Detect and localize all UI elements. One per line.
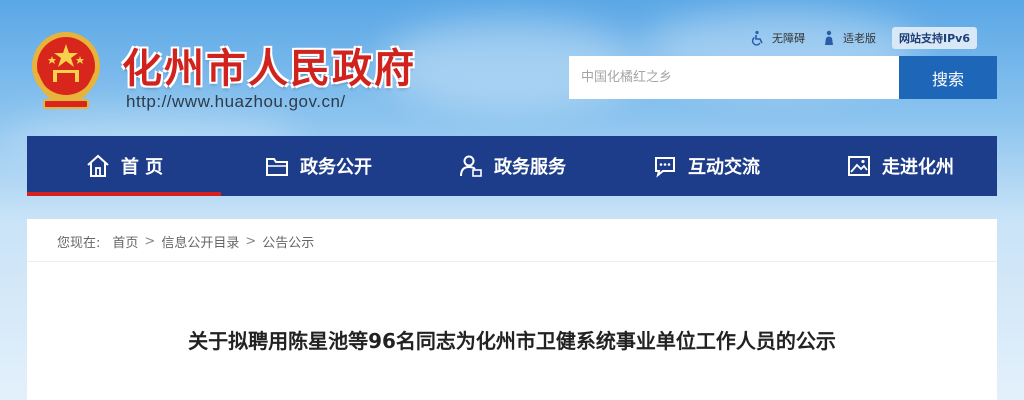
accessibility-label: 无障碍	[772, 32, 805, 45]
home-icon	[87, 154, 109, 177]
nav-item-label: 互动交流	[688, 157, 760, 178]
breadcrumb-announcements[interactable]: 公告公示	[262, 232, 314, 251]
ipv6-badge: 网站支持IPv6	[892, 27, 977, 49]
search-button[interactable]: 搜索	[899, 56, 997, 99]
nav-item-label: 政务服务	[494, 157, 566, 178]
nav-item-label: 走进化州	[882, 157, 954, 178]
nav-item-government-services[interactable]: 政务服务	[415, 136, 609, 196]
nav-item-interaction[interactable]: 互动交流	[609, 136, 803, 196]
accessibility-icon	[751, 30, 763, 46]
nav-item-home[interactable]: 首 页	[27, 136, 221, 196]
picture-icon	[848, 156, 870, 176]
chat-icon	[655, 157, 675, 178]
accessibility-link[interactable]: 无障碍	[750, 30, 805, 46]
breadcrumb-prefix: 您现在:	[57, 236, 101, 251]
breadcrumb-separator: >	[144, 234, 156, 249]
site-url[interactable]: http://www.huazhou.gov.cn/	[126, 92, 346, 112]
elderly-mode-link[interactable]: 适老版	[821, 30, 876, 46]
breadcrumb-home[interactable]: 首页	[112, 232, 138, 251]
nav-item-label: 政务公开	[300, 157, 372, 178]
nav-item-about-huazhou[interactable]: 走进化州	[803, 136, 997, 196]
nav-item-government-affairs[interactable]: 政务公开	[221, 136, 415, 196]
breadcrumb: 您现在: 首页 > 信息公开目录 > 公告公示	[57, 232, 314, 251]
main-nav: 首 页 政务公开 政务服务 互动交流 走进化州	[27, 136, 997, 196]
top-links: 无障碍 适老版 网站支持IPv6	[750, 27, 977, 49]
search-input[interactable]	[569, 56, 899, 99]
site-header: 化州市人民政府 http://www.huazhou.gov.cn/ 无障碍 适…	[0, 0, 1024, 130]
user-service-icon	[460, 155, 482, 177]
divider	[27, 261, 997, 262]
national-emblem-icon	[32, 32, 100, 109]
breadcrumb-separator: >	[245, 234, 257, 249]
site-title: 化州市人民政府	[122, 46, 416, 92]
nav-item-label: 首 页	[120, 157, 164, 178]
folder-icon	[266, 158, 288, 176]
article-title: 关于拟聘用陈星池等96名同志为化州市卫健系统事业单位工作人员的公示	[188, 329, 836, 353]
elderly-mode-icon	[825, 30, 833, 45]
content-card: 您现在: 首页 > 信息公开目录 > 公告公示 关于拟聘用陈星池等96名同志为化…	[27, 219, 997, 400]
breadcrumb-info-catalog[interactable]: 信息公开目录	[161, 232, 239, 251]
elderly-mode-label: 适老版	[843, 32, 876, 45]
